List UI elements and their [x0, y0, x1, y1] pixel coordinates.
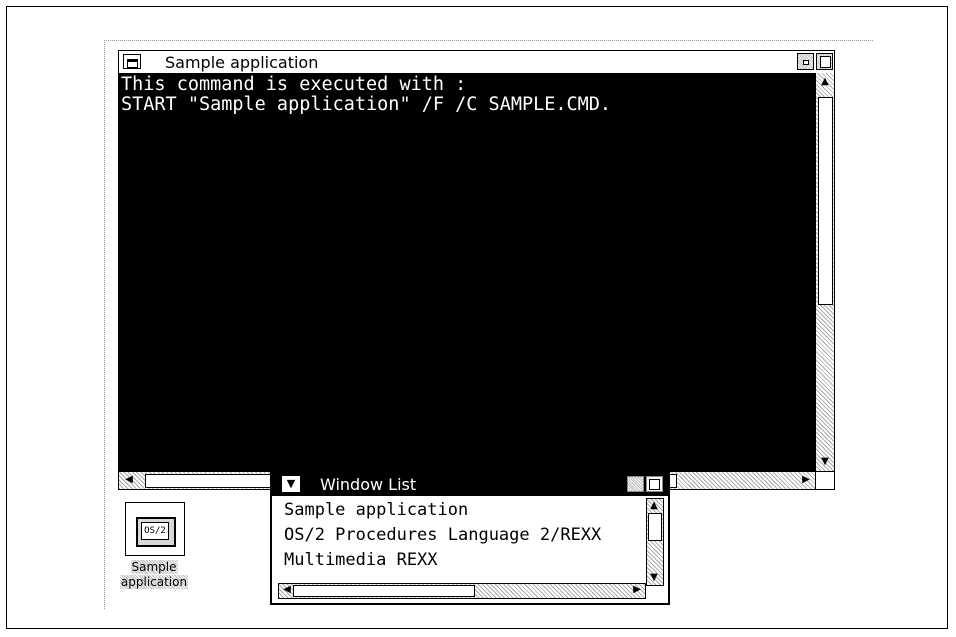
window-list-item-rexx[interactable]: OS/2 Procedures Language 2/REXX	[284, 523, 644, 548]
scroll-down-arrow-icon[interactable]: ▼	[817, 455, 833, 469]
minimize-button[interactable]	[797, 53, 814, 70]
icon-label-line1: Sample	[130, 560, 178, 574]
sample-application-window[interactable]: Sample application This command is execu…	[118, 50, 835, 490]
scroll-left-arrow-icon[interactable]: ◀	[121, 473, 137, 487]
sample-application-desktop-icon[interactable]: OS/2	[125, 502, 185, 556]
console-line: START "Sample application" /F /C SAMPLE.…	[121, 94, 612, 115]
window-list-horizontal-scrollbar[interactable]: ◀ ▶	[278, 583, 646, 599]
console-output[interactable]: This command is executed with : START "Sa…	[121, 75, 814, 471]
window-list-vertical-thumb[interactable]	[648, 513, 662, 541]
window-list-item-sample-application[interactable]: Sample application	[284, 498, 644, 523]
maximize-button[interactable]	[816, 53, 833, 70]
icon-label-line2: application	[119, 575, 189, 589]
vertical-scrollbar[interactable]: ▲ ▼	[815, 73, 834, 471]
chevron-down-icon[interactable]: ▼	[282, 476, 300, 492]
scroll-up-arrow-icon[interactable]: ▲	[817, 75, 833, 89]
window-list[interactable]: ▼ Window List Sample application OS/2 Pr…	[270, 470, 670, 605]
window-list-title: Window List	[320, 475, 417, 494]
window-list-item-multimedia-rexx[interactable]: Multimedia REXX	[284, 548, 644, 573]
console-line: This command is executed with :	[121, 74, 467, 95]
scroll-right-arrow-icon[interactable]: ▶	[798, 473, 814, 487]
icon-badge: OS/2	[141, 522, 169, 540]
window-list-items: Sample application OS/2 Procedures Langu…	[284, 498, 644, 573]
desktop-icon-label[interactable]: Sample application	[106, 560, 202, 590]
window-titlebar[interactable]: Sample application	[119, 51, 834, 74]
window-list-minimize-button[interactable]	[627, 476, 644, 492]
vertical-scroll-thumb[interactable]	[818, 97, 833, 305]
system-menu-icon[interactable]	[123, 54, 141, 69]
scroll-down-arrow-icon[interactable]: ▼	[647, 571, 661, 585]
scroll-up-arrow-icon[interactable]: ▲	[647, 499, 661, 513]
window-list-titlebar[interactable]: ▼ Window List	[272, 472, 668, 496]
window-list-maximize-button[interactable]	[646, 476, 663, 492]
window-title: Sample application	[165, 53, 319, 72]
scroll-corner	[815, 471, 834, 489]
window-list-vertical-scrollbar[interactable]: ▲ ▼	[646, 498, 664, 586]
os2-window-icon: OS/2	[136, 517, 176, 547]
scroll-right-arrow-icon[interactable]: ▶	[629, 584, 645, 596]
window-list-horizontal-thumb[interactable]	[293, 585, 475, 597]
